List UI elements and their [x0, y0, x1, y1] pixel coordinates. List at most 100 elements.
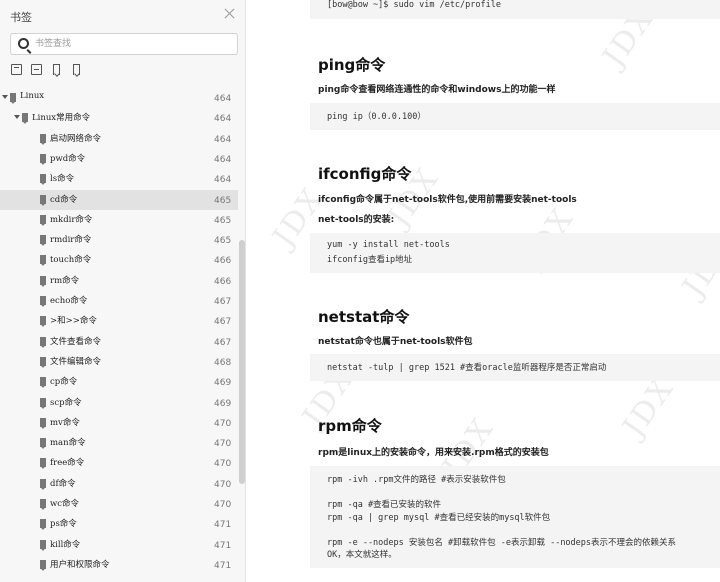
section-paragraph: ifconfig命令属于net-tools软件包,使用前需要安装net-tool…	[318, 195, 577, 205]
bookmark-icon	[40, 499, 46, 508]
bookmark-page-number: 470	[214, 439, 232, 450]
sidebar-scrollbar[interactable]	[239, 240, 245, 484]
bookmark-page-number: 466	[214, 276, 232, 287]
bookmark-item[interactable]: rmdir命令 465	[0, 230, 238, 250]
bookmark-label: cp命令	[50, 377, 78, 388]
bookmark-label: touch命令	[50, 255, 92, 266]
bookmark-item[interactable]: mv命令 470	[0, 413, 238, 433]
bookmark-page-number: 468	[214, 357, 232, 368]
bookmark-item[interactable]: >和>>命令 467	[0, 311, 238, 331]
collapse-all-icon[interactable]	[30, 63, 44, 77]
code-block: yum -y install net-tools ifconfig查看ip地址	[310, 233, 720, 273]
bookmark-item[interactable]: kill命令 471	[0, 535, 238, 555]
bookmark-item[interactable]: ps命令 471	[0, 514, 238, 534]
bookmark-item[interactable]: pwd命令 464	[0, 149, 238, 169]
bookmark-item[interactable]: 文件查看命令 467	[0, 332, 238, 352]
bookmark-page-number: 465	[214, 236, 232, 247]
bookmark-page-number: 471	[214, 520, 232, 531]
bookmark-page-number: 465	[214, 195, 232, 206]
bookmark-label: >和>>命令	[50, 316, 97, 327]
bookmark-label: 文件编辑命令	[50, 356, 102, 367]
bookmark-item[interactable]: rm命令 466	[0, 271, 238, 291]
section-paragraph: netstat命令也属于net-tools软件包	[318, 337, 473, 347]
bookmark-label: free命令	[50, 458, 85, 469]
bookmark-item[interactable]: scp命令 469	[0, 393, 238, 413]
bookmark-item[interactable]: cp命令 469	[0, 372, 238, 392]
bookmark-label: rmdir命令	[50, 235, 92, 246]
bookmark-item[interactable]: df命令 470	[0, 474, 238, 494]
bookmark-item[interactable]: free命令 470	[0, 453, 238, 473]
code-block: netstat -tulp | grep 1521 #查看oracle监听器程序…	[310, 354, 720, 381]
bookmark-item[interactable]: touch命令 466	[0, 250, 238, 270]
bookmark-page-number: 470	[214, 418, 232, 429]
bookmark-item[interactable]: Linux 464	[0, 88, 238, 108]
bookmark-item[interactable]: 启动网络命令 464	[0, 129, 238, 149]
bookmark-page-number: 471	[214, 560, 232, 571]
bookmark-icon[interactable]	[70, 63, 84, 77]
add-bookmark-icon[interactable]	[50, 63, 64, 77]
caret-down-icon[interactable]	[2, 95, 8, 99]
bookmark-item[interactable]: echo命令 467	[0, 291, 238, 311]
bookmark-icon	[40, 275, 46, 285]
bookmark-label: Linux	[20, 91, 45, 101]
document-page: JDXJDXJDXJDXJDXJDXJDXJDX[bow@bow ~]$ sud…	[247, 0, 720, 582]
bookmark-icon	[40, 336, 46, 346]
code-block: [bow@bow ~]$ sudo vim /etc/profile	[310, 0, 720, 19]
bookmark-item[interactable]: 文件编辑命令 468	[0, 352, 238, 372]
bookmark-label: mv命令	[50, 417, 80, 428]
bookmark-label: rm命令	[50, 275, 80, 286]
bookmark-page-number: 470	[214, 459, 232, 470]
bookmark-page-number: 464	[214, 134, 232, 145]
bookmarks-panel: 书签 Linux 464 Linux常用命令 464 启动网络命令 464 pwd命令 464…	[0, 0, 246, 582]
bookmark-page-number: 467	[214, 317, 232, 328]
bookmark-icon	[40, 417, 46, 427]
bookmark-item[interactable]: man命令 470	[0, 433, 238, 453]
bookmark-label: echo命令	[50, 296, 88, 306]
bookmark-page-number: 470	[214, 500, 232, 510]
bookmark-label: 用户和权限命令	[50, 559, 110, 570]
close-icon[interactable]	[222, 6, 238, 22]
bookmark-label: 启动网络命令	[50, 133, 102, 144]
watermark: JDX	[616, 371, 682, 444]
bookmark-icon	[22, 113, 28, 123]
section-heading: ping命令	[318, 56, 386, 74]
bookmark-item[interactable]: 用户和权限命令 471	[0, 555, 238, 575]
bookmark-icon	[40, 194, 46, 204]
expand-all-icon[interactable]	[10, 63, 24, 77]
bookmark-icon	[40, 133, 46, 143]
bookmark-icon	[40, 316, 46, 326]
caret-down-icon[interactable]	[14, 115, 20, 120]
bookmark-label: wc命令	[50, 499, 80, 509]
code-block: rpm -ivh .rpm文件的路径 #表示安装软件包 rpm -qa #查看已安…	[310, 466, 720, 568]
bookmark-page-number: 467	[214, 297, 232, 307]
bookmark-icon	[40, 478, 46, 488]
bookmark-icon	[40, 296, 46, 305]
bookmark-page-number: 464	[214, 175, 232, 186]
bookmark-page-number: 465	[214, 215, 232, 226]
bookmark-icon	[40, 255, 46, 265]
section-heading: netstat命令	[318, 308, 410, 326]
bookmark-item[interactable]: cd命令 465	[0, 189, 238, 210]
section-heading: ifconfig命令	[318, 165, 412, 183]
bookmark-page-number: 464	[214, 114, 232, 125]
bookmark-icon	[40, 539, 46, 549]
bookmark-item[interactable]: ls命令 464	[0, 169, 238, 189]
bookmark-search-input[interactable]	[35, 36, 233, 52]
code-line: yum -y install net-tools	[327, 240, 450, 250]
bookmark-item[interactable]: wc命令 470	[0, 494, 238, 514]
bookmark-icon	[40, 458, 46, 468]
bookmark-item[interactable]: mkdir命令 465	[0, 210, 238, 230]
bookmark-label: mkdir命令	[50, 214, 93, 225]
code-line: rpm -qa #查看已安装的软件	[327, 500, 442, 510]
bookmark-icon	[40, 438, 46, 448]
bookmark-search-box[interactable]	[10, 33, 238, 55]
bookmark-icon	[40, 377, 46, 387]
bookmark-icon	[10, 93, 16, 102]
bookmark-page-number: 464	[214, 94, 232, 104]
bookmark-label: man命令	[50, 438, 86, 449]
bookmark-icon	[40, 356, 46, 366]
bookmark-item[interactable]: Linux常用命令 464	[0, 108, 238, 128]
section-paragraph: net-tools的安装:	[318, 215, 395, 225]
bookmark-label: pwd命令	[50, 153, 86, 164]
bookmark-icon	[40, 519, 46, 529]
